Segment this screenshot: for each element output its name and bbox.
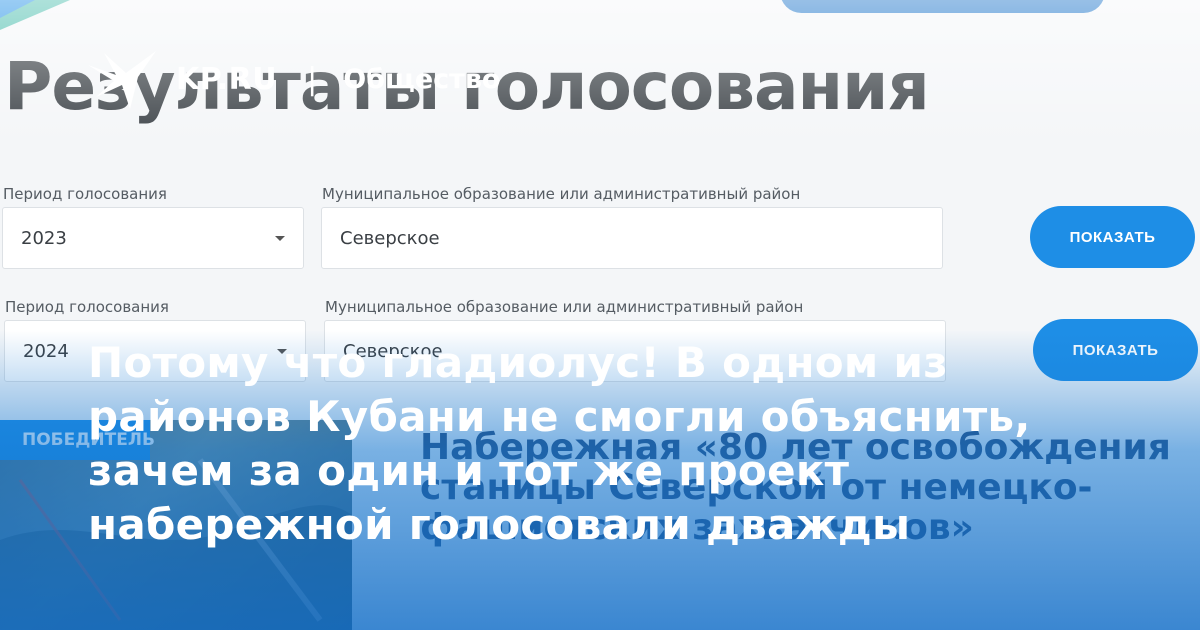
- section-link[interactable]: Общество: [343, 64, 500, 95]
- swallow-logo-icon: [88, 51, 156, 109]
- district-label: Муниципальное образование или администра…: [322, 185, 801, 203]
- chevron-down-icon: [275, 236, 285, 241]
- district-input[interactable]: Северское: [321, 207, 943, 269]
- show-button[interactable]: ПОКАЗАТЬ: [1030, 206, 1195, 268]
- period-select[interactable]: 2023: [2, 207, 304, 269]
- article-headline[interactable]: Потому что гладиолус! В одном из районов…: [88, 336, 1148, 552]
- top-button-partial[interactable]: [780, 0, 1105, 13]
- corner-decoration: [0, 0, 70, 30]
- period-select-value: 2023: [21, 227, 67, 249]
- brand-logo-text[interactable]: KP.RU: [176, 62, 277, 97]
- brand-bar: KP.RU | Общество: [86, 44, 500, 114]
- period-label: Период голосования: [3, 185, 167, 203]
- district-label-2: Муниципальное образование или администра…: [325, 298, 804, 316]
- period-label-2: Период голосования: [5, 298, 169, 316]
- district-input-value: Северское: [340, 227, 440, 249]
- period-select-value-2: 2024: [23, 340, 69, 362]
- brand-separator: |: [307, 61, 318, 97]
- page: Результаты голосования Период голосовани…: [0, 0, 1200, 630]
